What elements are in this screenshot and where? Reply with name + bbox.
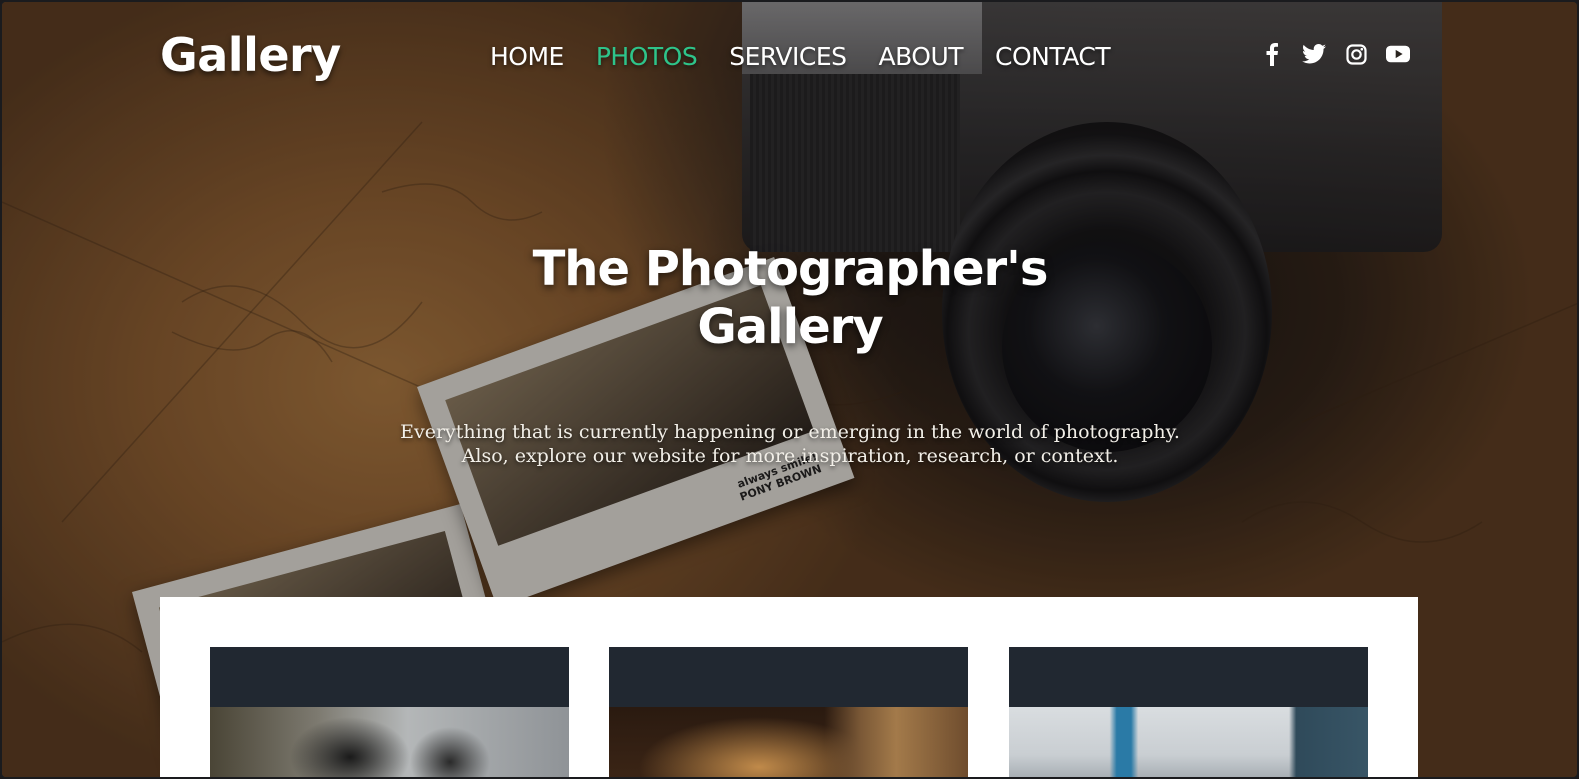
gallery-card[interactable]: [210, 647, 569, 777]
hero-title-line: The Photographer's: [532, 241, 1049, 297]
facebook-icon[interactable]: [1260, 42, 1284, 66]
social-links: [1260, 42, 1410, 66]
browser-viewport: always smile! PONY BROWN Gallery HOME PH…: [0, 0, 1579, 779]
city-skyline-photo[interactable]: [1009, 707, 1368, 777]
hero-title: The Photographer's Gallery: [452, 240, 1128, 356]
puffin-photo[interactable]: [210, 707, 569, 777]
nav-photos[interactable]: PHOTOS: [596, 42, 698, 71]
main-nav: HOME PHOTOS SERVICES ABOUT CONTACT: [490, 42, 1111, 71]
nav-services[interactable]: SERVICES: [729, 42, 847, 71]
hero-subtitle-line: Also, explore our website for more inspi…: [461, 445, 1119, 467]
brand-logo[interactable]: Gallery: [160, 28, 341, 82]
instagram-icon[interactable]: [1344, 42, 1368, 66]
gallery-card[interactable]: [609, 647, 968, 777]
hero-title-line: Gallery: [697, 299, 883, 355]
gallery-card[interactable]: [1009, 647, 1368, 777]
nav-about[interactable]: ABOUT: [878, 42, 963, 71]
nav-home[interactable]: HOME: [490, 42, 564, 71]
cafe-interior-photo[interactable]: [609, 707, 968, 777]
nav-contact[interactable]: CONTACT: [995, 42, 1111, 71]
hero-subtitle: Everything that is currently happening o…: [302, 420, 1278, 468]
hero-subtitle-line: Everything that is currently happening o…: [400, 421, 1180, 443]
twitter-icon[interactable]: [1302, 42, 1326, 66]
gallery-panel: [160, 597, 1418, 777]
youtube-icon[interactable]: [1386, 42, 1410, 66]
